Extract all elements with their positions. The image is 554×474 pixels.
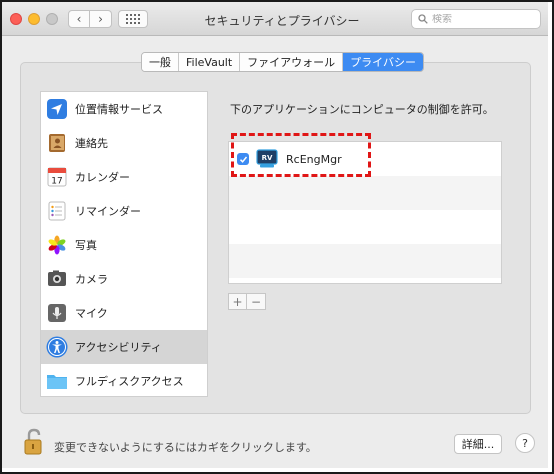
tab-bar: 一般 FileVault ファイアウォール プライバシー	[141, 52, 424, 72]
chevron-left-icon: ‹	[76, 12, 82, 26]
search-field[interactable]	[411, 9, 541, 29]
empty-row	[229, 176, 501, 210]
empty-row	[229, 244, 501, 278]
lock-instruction-text: 変更できないようにするにはカギをクリックします。	[54, 441, 317, 454]
search-icon	[418, 14, 428, 24]
sidebar-item-photos[interactable]: 写真	[41, 228, 207, 262]
window-title: セキュリティとプライバシー	[204, 14, 360, 28]
sidebar-item-label: フルディスクアクセス	[75, 375, 184, 388]
sidebar-item-camera[interactable]: カメラ	[41, 262, 207, 296]
sidebar-item-contacts[interactable]: 連絡先	[41, 126, 207, 160]
reminders-icon	[46, 200, 68, 222]
close-window-button[interactable]	[10, 13, 22, 25]
list-item[interactable]: RV RcEngMgr	[229, 142, 501, 176]
tab-privacy[interactable]: プライバシー	[343, 53, 423, 71]
checkmark-icon	[239, 156, 247, 163]
contacts-book-icon	[46, 132, 68, 154]
title-bar: ‹ › セキュリティとプライバシー	[2, 2, 548, 36]
tab-general[interactable]: 一般	[142, 53, 179, 71]
preferences-window: ‹ › セキュリティとプライバシー 一般 FileVault フ	[2, 2, 548, 468]
sidebar-item-microphone[interactable]: マイク	[41, 296, 207, 330]
photos-icon	[46, 234, 68, 256]
sidebar-item-full-disk-access[interactable]: フルディスクアクセス	[41, 364, 207, 396]
chevron-right-icon: ›	[98, 12, 103, 26]
forward-button[interactable]: ›	[90, 10, 112, 28]
privacy-category-list[interactable]: 位置情報サービス 連絡先 17 カレンダー リマインダー 写真 カメラ マイク …	[40, 91, 208, 397]
zoom-window-button[interactable]	[46, 13, 58, 25]
app-icon-text: RV	[262, 154, 273, 162]
help-button[interactable]: ?	[515, 433, 535, 453]
accessibility-icon	[46, 336, 68, 358]
allowed-apps-list[interactable]: RV RcEngMgr	[228, 141, 502, 284]
sidebar-item-label: マイク	[75, 307, 108, 320]
sidebar-item-label: 連絡先	[75, 137, 108, 150]
app-name: RcEngMgr	[286, 152, 342, 166]
tab-filevault[interactable]: FileVault	[179, 53, 241, 71]
lock-icon[interactable]	[23, 428, 45, 456]
calendar-icon: 17	[46, 166, 68, 188]
app-enabled-checkbox[interactable]	[237, 153, 249, 165]
empty-row	[229, 210, 501, 244]
camera-icon	[46, 268, 68, 290]
tab-firewall[interactable]: ファイアウォール	[240, 53, 344, 71]
show-all-button[interactable]	[118, 10, 148, 28]
sidebar-item-accessibility[interactable]: アクセシビリティ	[41, 330, 207, 364]
grid-icon	[126, 14, 140, 24]
folder-icon	[46, 370, 68, 392]
sidebar-item-location-services[interactable]: 位置情報サービス	[41, 92, 207, 126]
sidebar-item-label: リマインダー	[75, 205, 141, 218]
minimize-window-button[interactable]	[28, 13, 40, 25]
sidebar-item-label: 写真	[75, 239, 97, 252]
sidebar-item-reminders[interactable]: リマインダー	[41, 194, 207, 228]
sidebar-item-label: カレンダー	[75, 171, 130, 184]
remove-app-button[interactable]: −	[247, 293, 266, 310]
back-button[interactable]: ‹	[68, 10, 90, 28]
sidebar-item-calendar[interactable]: 17 カレンダー	[41, 160, 207, 194]
sidebar-item-label: アクセシビリティ	[75, 341, 162, 354]
search-input[interactable]	[432, 13, 532, 25]
location-arrow-icon	[46, 98, 68, 120]
add-remove-controls: + −	[228, 293, 266, 310]
calendar-date: 17	[51, 177, 62, 187]
details-button[interactable]: 詳細...	[454, 434, 502, 454]
privacy-pane: 位置情報サービス 連絡先 17 カレンダー リマインダー 写真 カメラ マイク …	[20, 62, 531, 414]
microphone-icon	[46, 302, 68, 324]
rcengmgr-app-icon: RV	[256, 149, 278, 168]
sidebar-item-label: カメラ	[75, 273, 108, 286]
add-app-button[interactable]: +	[228, 293, 247, 310]
description-text: 下のアプリケーションにコンピュータの制御を許可。	[230, 103, 494, 116]
sidebar-item-label: 位置情報サービス	[75, 103, 163, 116]
